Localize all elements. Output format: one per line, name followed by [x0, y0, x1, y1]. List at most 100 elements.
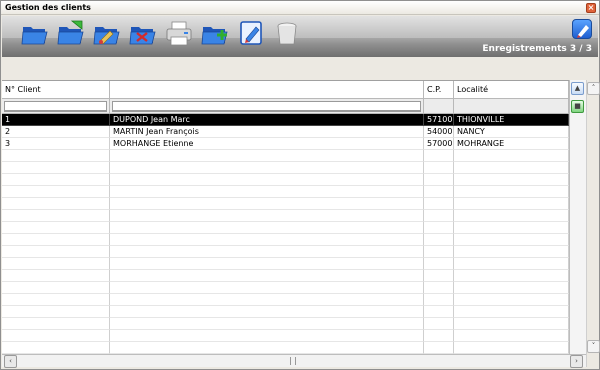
chevron-up-icon: ˄ [591, 84, 596, 92]
scroll-left-button[interactable]: ‹ [4, 355, 17, 368]
empty-cell [454, 198, 569, 210]
column-header-name[interactable] [110, 81, 424, 99]
empty-cell [110, 234, 424, 246]
empty-cell [454, 186, 569, 198]
empty-cell [2, 222, 110, 234]
cell-postal-code: 57000 [424, 138, 454, 150]
empty-cell [2, 198, 110, 210]
client-management-window: Gestion des clients × Enregistrements 3 … [0, 0, 600, 370]
empty-cell [424, 282, 454, 294]
empty-cell [454, 234, 569, 246]
table-row[interactable]: 3 MORHANGE Etienne 57000 MOHRANGE [2, 138, 569, 150]
empty-cell [2, 186, 110, 198]
filter-input-name[interactable] [112, 101, 421, 112]
empty-cell [2, 234, 110, 246]
add-button[interactable] [200, 19, 230, 47]
close-button[interactable]: × [586, 3, 596, 13]
empty-row [2, 294, 569, 306]
scroll-up-button[interactable]: ˄ [587, 82, 600, 95]
trash-button[interactable] [272, 19, 302, 47]
empty-cell [110, 198, 424, 210]
empty-cell [110, 342, 424, 354]
empty-cell [424, 174, 454, 186]
scroll-top-button[interactable]: ▲ [571, 82, 584, 95]
cell-client-number: 2 [2, 126, 110, 138]
cell-name: MARTIN Jean François [110, 126, 424, 138]
folder-delete-icon [129, 27, 156, 45]
scroll-right-button[interactable]: › [570, 355, 583, 368]
table-row[interactable]: 2 MARTIN Jean François 54000 NANCY [2, 126, 569, 138]
new-button[interactable] [56, 19, 86, 47]
empty-cell [454, 246, 569, 258]
empty-cell [2, 150, 110, 162]
empty-cell [2, 342, 110, 354]
print-button[interactable] [164, 19, 194, 47]
title-bar: Gestion des clients × [1, 1, 599, 15]
trash-icon [277, 22, 297, 45]
horizontal-scrollbar[interactable]: ‹ › [2, 354, 586, 368]
empty-row [2, 198, 569, 210]
empty-cell [424, 150, 454, 162]
document-edit-icon [240, 21, 262, 45]
empty-row [2, 342, 569, 354]
filter-cell-client-number [2, 99, 110, 114]
arrow-up-icon: ▲ [574, 84, 581, 92]
empty-cell [454, 318, 569, 330]
empty-cell [110, 282, 424, 294]
table-row[interactable]: 1 DUPOND Jean Marc 57100 THIONVILLE [2, 114, 569, 126]
empty-cell [2, 258, 110, 270]
scroll-grip[interactable] [290, 357, 296, 365]
printer-icon [166, 21, 192, 46]
empty-cell [424, 186, 454, 198]
empty-cell [2, 330, 110, 342]
empty-cell [454, 258, 569, 270]
empty-cell [424, 318, 454, 330]
settings-pen-button[interactable] [572, 19, 592, 39]
cell-city: THIONVILLE [454, 114, 569, 126]
open-button[interactable] [20, 19, 50, 47]
empty-cell [2, 246, 110, 258]
table-side-panel: ▲ ■ [569, 80, 586, 354]
empty-row [2, 282, 569, 294]
vertical-scrollbar[interactable]: ˄ ˅ [586, 80, 600, 367]
folder-new-icon [57, 20, 84, 45]
empty-row [2, 222, 569, 234]
folder-open-icon [21, 27, 48, 45]
delete-button[interactable] [128, 19, 158, 47]
empty-row [2, 234, 569, 246]
filter-cell-name [110, 99, 424, 114]
records-counter: Enregistrements 3 / 3 [482, 44, 592, 54]
empty-cell [110, 162, 424, 174]
empty-cell [110, 294, 424, 306]
empty-cell [424, 234, 454, 246]
empty-cell [424, 258, 454, 270]
empty-cell [110, 246, 424, 258]
empty-cell [454, 222, 569, 234]
square-icon: ■ [574, 102, 581, 110]
scroll-down-button[interactable]: ˅ [587, 340, 600, 353]
empty-row [2, 162, 569, 174]
empty-cell [110, 270, 424, 282]
edit-button[interactable] [92, 19, 122, 47]
empty-cell [424, 294, 454, 306]
column-header-postal-code[interactable]: C.P. [424, 81, 454, 99]
cell-postal-code: 54000 [424, 126, 454, 138]
empty-row [2, 186, 569, 198]
empty-row [2, 330, 569, 342]
empty-cell [2, 210, 110, 222]
column-header-client-number[interactable]: N° Client [2, 81, 110, 99]
column-header-city[interactable]: Localité [454, 81, 569, 99]
cell-city: NANCY [454, 126, 569, 138]
empty-cell [2, 282, 110, 294]
clients-table: N° Client C.P. Localité 1 DUPOND Jean Ma… [2, 80, 569, 354]
filter-input-client-number[interactable] [4, 101, 107, 112]
empty-cell [110, 174, 424, 186]
empty-cell [454, 330, 569, 342]
cell-city: MOHRANGE [454, 138, 569, 150]
empty-cell [454, 294, 569, 306]
window-title: Gestion des clients [5, 3, 91, 12]
scroll-bottom-button[interactable]: ■ [571, 100, 584, 113]
empty-cell [110, 306, 424, 318]
document-edit-button[interactable] [236, 19, 266, 47]
chevron-down-icon: ˅ [591, 342, 596, 350]
